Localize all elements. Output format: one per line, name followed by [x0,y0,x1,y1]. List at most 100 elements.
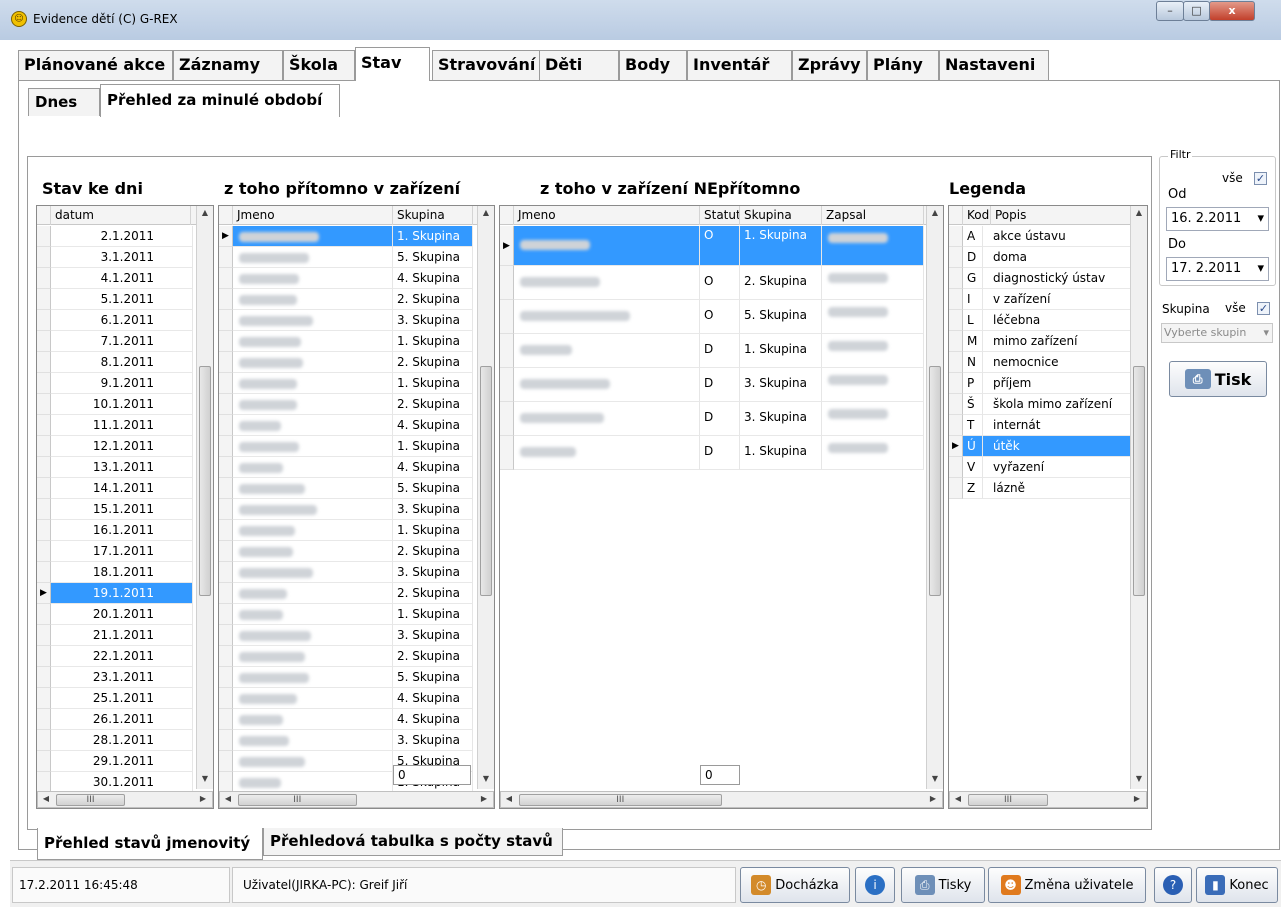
kod-column-header[interactable]: Kod [963,206,991,225]
scroll-up-arrow-icon[interactable]: ▲ [928,208,942,217]
sub-tab-1[interactable]: Přehled za minulé období [100,84,340,117]
date-cell[interactable]: 2.1.2011 [51,226,193,247]
info-button[interactable]: i [855,867,895,903]
kod-cell[interactable]: A [963,226,983,247]
main-tab-3[interactable]: Stav [355,47,430,81]
row-header[interactable] [37,520,51,541]
kod-cell[interactable]: I [963,289,983,310]
horizontal-scrollbar[interactable]: ◀ III ▶ [37,791,213,808]
statut-cell[interactable]: O [700,266,740,300]
kod-cell[interactable]: L [963,310,983,331]
row-header[interactable] [37,457,51,478]
date-cell[interactable]: 29.1.2011 [51,751,193,772]
row-header[interactable] [219,709,233,730]
row-header[interactable] [219,688,233,709]
jmeno-cell-redacted[interactable] [233,583,393,604]
skupina-column-header[interactable]: Skupina [393,206,473,225]
skupina-cell[interactable]: 1. Skupina [393,436,473,457]
row-header[interactable] [219,457,233,478]
skupina-cell[interactable]: 4. Skupina [393,415,473,436]
tisk-button[interactable]: ⎙ Tisk [1169,361,1267,397]
skupina-cell[interactable]: 1. Skupina [393,226,473,247]
jmeno-cell-redacted[interactable] [233,646,393,667]
skupina-cell[interactable]: 3. Skupina [393,730,473,751]
scroll-up-arrow-icon[interactable]: ▲ [479,208,493,217]
date-cell[interactable]: 22.1.2011 [51,646,193,667]
skupina-cell[interactable]: 2. Skupina [740,266,822,300]
main-tab-8[interactable]: Zprávy [792,50,867,80]
skupina-cell[interactable]: 2. Skupina [393,541,473,562]
jmeno-cell-redacted[interactable] [233,751,393,772]
date-cell[interactable]: 19.1.2011 [51,583,193,604]
dochazka-button[interactable]: ◷ Docházka [740,867,850,903]
horizontal-scrollbar[interactable]: ◀ III ▶ [219,791,494,808]
scroll-left-arrow-icon[interactable]: ◀ [39,794,53,803]
jmeno-cell-redacted[interactable] [514,368,700,402]
skupina-all-checkbox[interactable]: ✓ [1257,302,1270,315]
vertical-scrollbar[interactable]: ▲ ▼ [926,206,943,789]
row-header[interactable] [37,436,51,457]
jmeno-cell-redacted[interactable] [233,478,393,499]
row-header[interactable] [219,331,233,352]
skupina-cell[interactable]: 3. Skupina [393,310,473,331]
jmeno-cell-redacted[interactable] [233,268,393,289]
date-cell[interactable]: 7.1.2011 [51,331,193,352]
row-header[interactable] [949,373,963,394]
scroll-right-arrow-icon[interactable]: ▶ [926,794,940,803]
row-header[interactable] [500,266,514,300]
row-header[interactable] [949,226,963,247]
row-header[interactable] [219,289,233,310]
horizontal-scrollbar-thumb[interactable]: III [519,794,722,806]
date-cell[interactable]: 4.1.2011 [51,268,193,289]
row-header[interactable] [219,499,233,520]
row-header[interactable] [219,730,233,751]
row-header[interactable] [219,646,233,667]
od-dropdown-icon[interactable]: ▾ [1257,208,1264,230]
date-cell[interactable]: 28.1.2011 [51,730,193,751]
scroll-right-arrow-icon[interactable]: ▶ [1130,794,1144,803]
skupina-cell[interactable]: 2. Skupina [393,646,473,667]
scrollbar-thumb[interactable] [1133,366,1145,596]
row-header[interactable] [37,247,51,268]
popis-cell[interactable]: vyřazení [983,457,1131,478]
row-header[interactable] [37,751,51,772]
skupina-cell[interactable]: 3. Skupina [393,499,473,520]
popis-cell[interactable]: mimo zařízení [983,331,1131,352]
date-cell[interactable]: 13.1.2011 [51,457,193,478]
row-header[interactable] [37,499,51,520]
row-header[interactable] [37,352,51,373]
main-tab-0[interactable]: Plánované akce [18,50,173,80]
absent-grid[interactable]: Jmeno Statut Skupina Zapsal ▶ O 1. Skupina O 2. … [499,205,944,809]
date-cell[interactable]: 8.1.2011 [51,352,193,373]
kod-cell[interactable]: N [963,352,983,373]
popis-cell[interactable]: příjem [983,373,1131,394]
kod-cell[interactable]: Z [963,478,983,499]
statut-cell[interactable]: D [700,436,740,470]
popis-cell[interactable]: diagnostický ústav [983,268,1131,289]
minimize-button[interactable]: – [1156,1,1184,21]
popis-cell[interactable]: útěk [983,436,1131,457]
zapsal-cell-redacted[interactable] [822,266,924,300]
row-header[interactable] [219,583,233,604]
row-header[interactable] [219,247,233,268]
row-header[interactable]: ▶ [949,436,963,457]
scroll-down-arrow-icon[interactable]: ▼ [479,774,493,783]
statut-cell[interactable]: D [700,334,740,368]
skupina-cell[interactable]: 1. Skupina [393,331,473,352]
kod-cell[interactable]: D [963,247,983,268]
jmeno-cell-redacted[interactable] [233,625,393,646]
jmeno-cell-redacted[interactable] [233,730,393,751]
skupina-cell[interactable]: 1. Skupina [740,436,822,470]
scroll-right-arrow-icon[interactable]: ▶ [196,794,210,803]
scroll-down-arrow-icon[interactable]: ▼ [928,774,942,783]
zapsal-cell-redacted[interactable] [822,368,924,402]
skupina-cell[interactable]: 4. Skupina [393,688,473,709]
jmeno-cell-redacted[interactable] [233,394,393,415]
row-header[interactable] [37,415,51,436]
row-header[interactable] [500,334,514,368]
jmeno-cell-redacted[interactable] [233,562,393,583]
jmeno-column-header[interactable]: Jmeno [233,206,393,225]
kod-cell[interactable]: M [963,331,983,352]
row-header[interactable] [949,394,963,415]
popis-cell[interactable]: nemocnice [983,352,1131,373]
